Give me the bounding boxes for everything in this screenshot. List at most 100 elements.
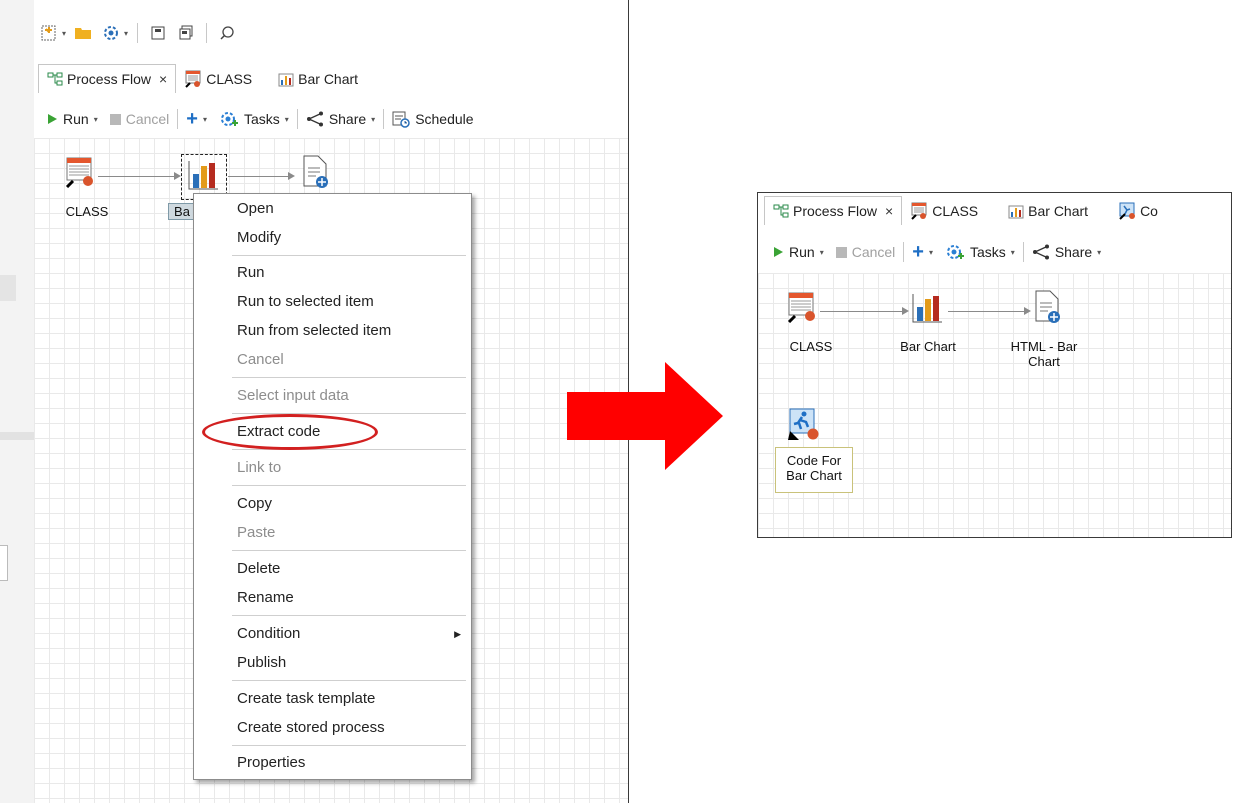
html-result-node-icon[interactable] — [1032, 289, 1062, 325]
side-strip-divider — [0, 432, 34, 440]
close-icon[interactable]: × — [885, 203, 893, 219]
share-icon — [1032, 244, 1049, 260]
highlight-ellipse — [202, 414, 378, 450]
document-tabs: Process Flow × CLASS Bar Chart Co — [764, 195, 1166, 225]
save-all-icon[interactable] — [175, 22, 197, 44]
plus-icon: + — [186, 107, 198, 130]
menu-separator — [232, 550, 466, 551]
html-result-node-icon[interactable] — [300, 154, 330, 190]
chevron-down-icon[interactable]: ▾ — [203, 115, 207, 124]
tab-label: Bar Chart — [298, 71, 359, 87]
menu-item-publish[interactable]: Publish — [194, 649, 471, 677]
plus-icon: + — [912, 240, 924, 263]
search-icon[interactable] — [216, 22, 238, 44]
menu-item-open[interactable]: Open — [194, 195, 471, 223]
flow-connector — [820, 311, 902, 312]
menu-item-create-task-template[interactable]: Create task template — [194, 685, 471, 713]
flow-connector — [948, 311, 1024, 312]
code-node-label-line2: Bar Chart — [786, 468, 842, 483]
chevron-down-icon[interactable]: ▾ — [62, 29, 66, 38]
class-dataset-node-icon[interactable] — [64, 156, 94, 188]
tab-process-flow[interactable]: Process Flow × — [38, 64, 177, 93]
chevron-down-icon[interactable]: ▾ — [124, 29, 128, 38]
arrowhead-icon — [1024, 307, 1031, 315]
cancel-button[interactable]: Cancel — [104, 111, 176, 127]
toolbar-separator — [383, 109, 385, 129]
run-button[interactable]: Run ▾ — [40, 111, 104, 127]
schedule-button[interactable]: Schedule — [386, 110, 479, 128]
stop-icon — [835, 246, 847, 258]
run-label: Run — [789, 244, 815, 260]
left-screenshot-panel: ▾ ▾ Process Flow × CLASS Bar Chart Run ▾… — [0, 0, 629, 803]
tab-process-flow[interactable]: Process Flow × — [764, 196, 903, 225]
menu-item-rename[interactable]: Rename — [194, 584, 471, 612]
close-icon[interactable]: × — [159, 71, 167, 87]
save-icon[interactable] — [147, 22, 169, 44]
menu-item-run-from-selected[interactable]: Run from selected item — [194, 317, 471, 345]
share-label: Share — [1054, 244, 1093, 260]
code-node-label-line1: Code For — [786, 453, 842, 468]
menu-item-delete[interactable]: Delete — [194, 555, 471, 583]
chevron-down-icon[interactable]: ▾ — [94, 115, 98, 124]
add-button[interactable]: + ▾ — [906, 241, 939, 264]
tab-label: Process Flow — [67, 71, 152, 87]
tab-class[interactable]: CLASS — [902, 197, 986, 225]
process-flow-actionbar: Run ▾ Cancel + ▾ Tasks ▾ Share ▾ Schedul… — [40, 104, 480, 134]
bar-chart-node-icon[interactable] — [911, 293, 943, 323]
tasks-button[interactable]: Tasks ▾ — [939, 243, 1021, 261]
tasks-button[interactable]: Tasks ▾ — [213, 110, 295, 128]
tab-class[interactable]: CLASS — [176, 65, 260, 93]
right-screenshot-panel: Process Flow × CLASS Bar Chart Co Run ▾ … — [757, 192, 1232, 538]
cancel-button[interactable]: Cancel — [830, 244, 902, 260]
process-flow-actionbar: Run ▾ Cancel + ▾ Tasks ▾ Share ▾ — [766, 237, 1107, 267]
tab-bar-chart[interactable]: Bar Chart — [1000, 197, 1096, 225]
arrowhead-icon — [288, 172, 295, 180]
run-button[interactable]: Run ▾ — [766, 244, 830, 260]
class-dataset-node-icon[interactable] — [786, 291, 816, 323]
code-node-icon[interactable] — [786, 407, 820, 441]
chevron-down-icon[interactable]: ▾ — [371, 115, 375, 124]
process-flow-icon — [773, 204, 789, 218]
tab-label: Bar Chart — [1028, 203, 1089, 219]
process-flow-icon — [47, 72, 63, 86]
menu-item-run[interactable]: Run — [194, 259, 471, 287]
bar-chart-node-label: Bar Chart — [900, 339, 956, 354]
tab-code[interactable]: Co — [1110, 197, 1166, 225]
menu-separator — [232, 255, 466, 256]
code-node-label-box[interactable]: Code For Bar Chart — [775, 447, 853, 493]
cancel-label: Cancel — [125, 111, 170, 127]
menu-item-create-stored-process[interactable]: Create stored process — [194, 714, 471, 742]
html-node-label: HTML - Bar Chart — [994, 339, 1094, 369]
html-node-label-line2: Chart — [1028, 354, 1060, 369]
menu-item-properties[interactable]: Properties — [194, 749, 471, 777]
side-strip-tab — [0, 275, 16, 301]
stop-icon — [109, 113, 121, 125]
process-flow-canvas[interactable]: CLASS Bar Chart HTML - Bar Chart Code Fo… — [758, 273, 1231, 537]
share-button[interactable]: Share ▾ — [1026, 244, 1107, 260]
settings-gear-icon[interactable] — [100, 22, 122, 44]
chevron-down-icon[interactable]: ▾ — [285, 115, 289, 124]
menu-item-copy[interactable]: Copy — [194, 490, 471, 518]
tasks-label: Tasks — [970, 244, 1006, 260]
share-button[interactable]: Share ▾ — [300, 111, 381, 127]
add-button[interactable]: + ▾ — [180, 108, 213, 131]
chevron-down-icon[interactable]: ▾ — [1011, 248, 1015, 257]
menu-item-condition[interactable]: Condition ▶ — [194, 620, 471, 648]
play-icon — [774, 247, 783, 257]
tasks-icon — [947, 245, 964, 259]
chevron-down-icon[interactable]: ▾ — [929, 248, 933, 257]
flow-connector — [98, 176, 174, 177]
new-icon[interactable] — [38, 22, 60, 44]
side-strip-handle[interactable] — [0, 545, 8, 581]
menu-separator — [232, 745, 466, 746]
side-strip — [0, 0, 34, 803]
document-tabs: Process Flow × CLASS Bar Chart — [38, 63, 366, 93]
arrowhead-icon — [174, 172, 181, 180]
folder-icon[interactable] — [72, 22, 94, 44]
chevron-down-icon[interactable]: ▾ — [820, 248, 824, 257]
tab-bar-chart[interactable]: Bar Chart — [270, 65, 366, 93]
menu-item-run-to-selected[interactable]: Run to selected item — [194, 288, 471, 316]
bar-chart-node-icon[interactable] — [187, 160, 219, 190]
menu-item-modify[interactable]: Modify — [194, 224, 471, 252]
chevron-down-icon[interactable]: ▾ — [1097, 248, 1101, 257]
